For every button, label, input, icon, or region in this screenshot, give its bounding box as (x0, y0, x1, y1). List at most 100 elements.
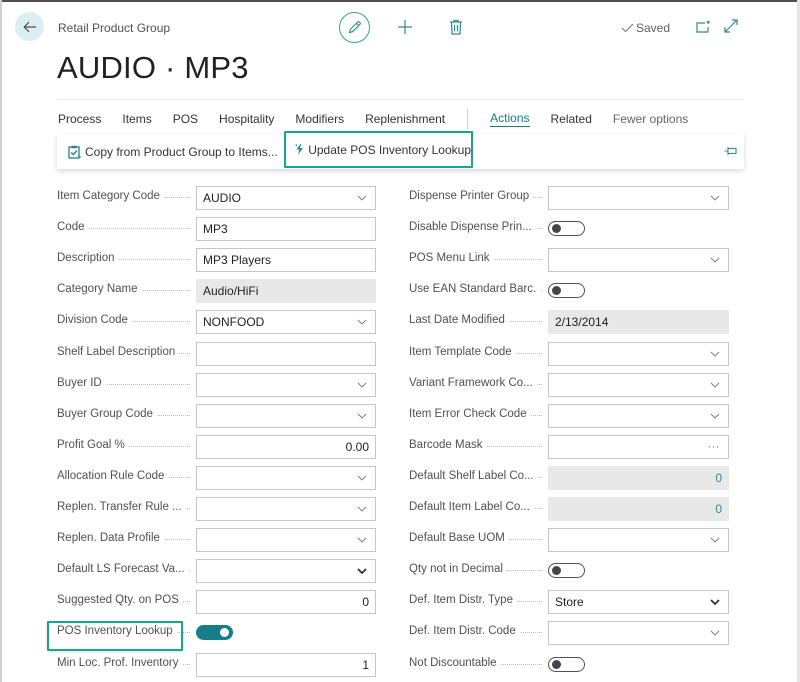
profit-goal-input[interactable]: 0.00 (196, 434, 376, 459)
field-label-text: Qty not in Decimal (409, 563, 507, 576)
replen-data-profile-input[interactable] (196, 528, 376, 553)
check-icon (621, 23, 634, 33)
field-label: Shelf Label Description (57, 345, 180, 358)
field-label: POS Menu Link (409, 252, 494, 265)
field-value: 2/13/2014 (555, 315, 609, 330)
def-item-distr-code-input[interactable] (548, 621, 729, 646)
dispense-printer-group-input[interactable] (548, 186, 729, 210)
field-label: Division Code (57, 314, 132, 327)
menu-process[interactable]: Process (58, 112, 101, 126)
disable-dispense-prin-toggle[interactable] (548, 221, 585, 237)
replen-transfer-rule-input[interactable] (196, 497, 376, 521)
chevron-down-icon (357, 506, 367, 512)
field-item-template-code: Item Template Code (409, 341, 729, 366)
assist-edit-icon[interactable]: ··· (708, 436, 721, 458)
field-label-text: Shelf Label Description (57, 345, 180, 358)
variant-framework-co-input[interactable] (548, 372, 729, 397)
fewer-options-button[interactable]: Fewer options (613, 112, 688, 126)
field-use-ean-standard-barc: Use EAN Standard Barc. (409, 279, 729, 303)
code-input[interactable]: MP3 (196, 217, 376, 242)
toggle-knob (220, 628, 229, 638)
toggle-knob (552, 659, 561, 669)
chevron-down-icon (710, 537, 720, 543)
field-value: MP3 Players (203, 253, 272, 268)
chevron-down-icon (710, 413, 720, 419)
field-label-text: Barcode Mask (409, 438, 487, 451)
default-base-uom-input[interactable] (548, 528, 729, 553)
menu-related[interactable]: Related (551, 112, 592, 126)
menu-pos[interactable]: POS (173, 112, 198, 126)
menu-actions[interactable]: Actions (490, 111, 530, 127)
item-template-code-input[interactable] (548, 341, 729, 366)
field-label: Suggested Qty. on POS (57, 594, 183, 607)
field-label: Category Name (57, 283, 142, 296)
description-input[interactable]: MP3 Players (196, 248, 376, 273)
menu-items[interactable]: Items (122, 112, 151, 126)
menu-replenishment[interactable]: Replenishment (365, 112, 445, 126)
open-in-new-window-icon[interactable] (696, 20, 710, 34)
field-label: Default Shelf Label Co... (409, 469, 538, 482)
pos-menu-link-input[interactable] (548, 248, 729, 273)
field-default-ls-forecast-va: Default LS Forecast Va... (57, 559, 376, 584)
field-buyer-id: Buyer ID (57, 372, 376, 397)
field-item-category-code: Item Category Code AUDIO (57, 186, 376, 210)
field-category-name: Category Name Audio/HiFi (57, 279, 376, 304)
field-qty-not-in-decimal: Qty not in Decimal (409, 559, 729, 583)
expand-icon[interactable] (724, 19, 738, 33)
pin-icon[interactable] (724, 145, 738, 157)
shelf-label-description-input[interactable] (196, 341, 376, 366)
chevron-down-icon (357, 413, 367, 419)
chevron-down-icon (357, 195, 367, 201)
field-label-text: Min Loc. Prof. Inventory (57, 656, 183, 669)
field-min-loc-prof-inventory: Min Loc. Prof. Inventory 1 (57, 652, 376, 677)
field-profit-goal: Profit Goal % 0.00 (57, 434, 376, 459)
default-ls-forecast-va-input[interactable] (196, 559, 376, 584)
field-label: Allocation Rule Code (57, 469, 169, 482)
field-default-item-label-co: Default Item Label Co... 0 (409, 497, 729, 521)
not-discountable-toggle[interactable] (548, 656, 585, 672)
chevron-down-icon (710, 351, 720, 357)
field-label-text: Buyer ID (57, 376, 106, 389)
chevron-down-icon (710, 631, 720, 637)
arrow-left-icon (22, 21, 36, 32)
back-button[interactable] (15, 12, 44, 41)
min-loc-prof-inventory-input[interactable]: 1 (196, 652, 376, 677)
chevron-down-icon (357, 382, 367, 388)
trash-icon[interactable] (449, 19, 463, 35)
buyer-group-code-input[interactable] (196, 403, 376, 428)
barcode-mask-input[interactable]: ··· (548, 434, 729, 459)
suggested-qty-on-pos-input[interactable]: 0 (196, 590, 376, 615)
pencil-icon (348, 21, 361, 34)
field-label-text: Code (57, 221, 89, 234)
field-shelf-label-description: Shelf Label Description (57, 341, 376, 366)
update-pos-inventory-lookup-button[interactable]: Update POS Inventory Lookup (284, 131, 473, 168)
last-date-modified-input: 2/13/2014 (548, 310, 729, 335)
field-replen-transfer-rule: Replen. Transfer Rule ... (57, 497, 376, 521)
menu-hospitality[interactable]: Hospitality (219, 112, 274, 126)
field-label-text: Category Name (57, 283, 142, 296)
update-pos-inventory-lookup-label: Update POS Inventory Lookup (308, 142, 471, 157)
field-disable-dispense-prin: Disable Dispense Prin... (409, 217, 729, 241)
field-label-text: Disable Dispense Prin... (409, 221, 536, 234)
qty-not-in-decimal-toggle[interactable] (548, 563, 585, 579)
chevron-down-icon (710, 257, 720, 263)
copy-to-items-button[interactable]: Copy from Product Group to Items... (68, 134, 278, 169)
field-value: MP3 (203, 222, 228, 237)
allocation-rule-code-input[interactable] (196, 465, 376, 490)
field-label-text: Dispense Printer Group (409, 190, 534, 202)
division-code-input[interactable]: NONFOOD (196, 310, 376, 335)
buyer-id-input[interactable] (196, 372, 376, 397)
edit-button[interactable] (339, 12, 370, 43)
use-ean-standard-barc-toggle[interactable] (548, 283, 585, 299)
pos-inventory-lookup-toggle[interactable] (196, 625, 233, 641)
item-error-check-code-input[interactable] (548, 403, 729, 428)
plus-icon[interactable] (397, 19, 413, 35)
field-label: Buyer ID (57, 376, 106, 389)
def-item-distr-type-input[interactable]: Store (548, 590, 729, 615)
item-category-code-input[interactable]: AUDIO (196, 186, 376, 210)
field-division-code: Division Code NONFOOD (57, 310, 376, 335)
field-label: Variant Framework Co... (409, 376, 537, 389)
field-label: Description (57, 252, 119, 265)
menu-modifiers[interactable]: Modifiers (295, 112, 344, 126)
field-label: Default Base UOM (409, 532, 509, 545)
